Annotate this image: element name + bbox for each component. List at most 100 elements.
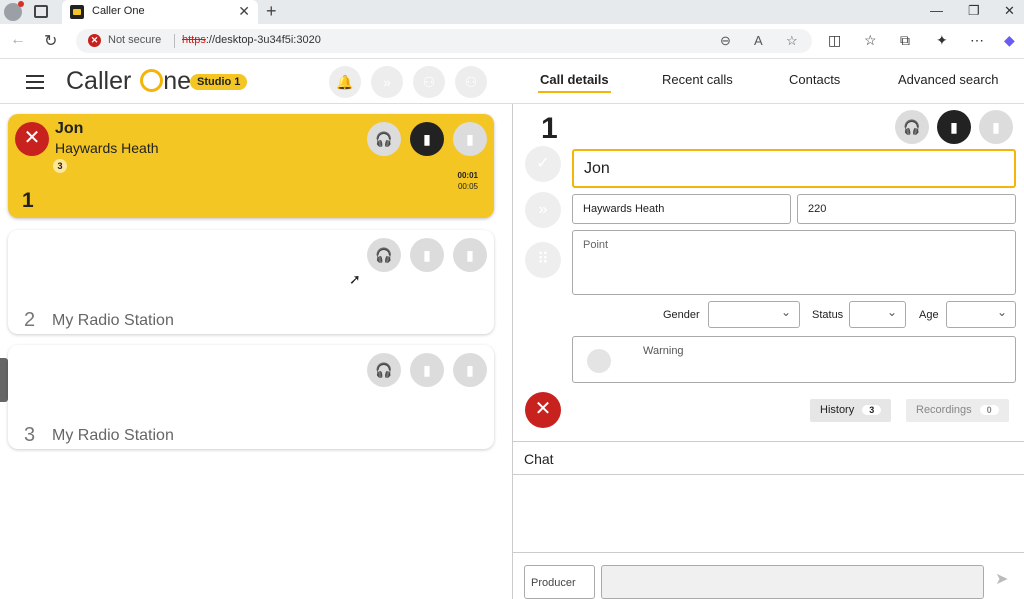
tab-advanced-search[interactable]: Advanced search [898, 72, 998, 87]
call-timers: 00:01 00:05 [458, 170, 478, 192]
history-button[interactable]: History 3 [810, 399, 892, 422]
collections-icon[interactable]: ⧉ [900, 32, 910, 49]
warning-toggle[interactable] [587, 349, 611, 373]
line-2-icon[interactable]: ▮ [979, 110, 1013, 144]
chat-input[interactable] [601, 565, 984, 599]
gender-select[interactable] [708, 301, 800, 328]
url-scheme: https [182, 34, 206, 46]
producer-button[interactable]: Producer [524, 565, 595, 599]
group-1-icon[interactable]: ⚇ [413, 66, 445, 98]
code-field[interactable]: 220 [797, 194, 1016, 224]
call-card-3[interactable]: 🎧 ▮ ▮ 3 My Radio Station [8, 345, 494, 449]
menu-icon[interactable] [26, 75, 44, 89]
caller-name-field[interactable]: Jon [572, 149, 1016, 188]
not-secure-icon: ✕ [88, 34, 101, 47]
extensions-icon[interactable]: ✦ [936, 32, 948, 49]
recordings-button[interactable]: Recordings 0 [906, 399, 1009, 422]
line-number: 1 [22, 189, 34, 212]
point-textarea[interactable]: Point [572, 230, 1016, 295]
favorites-icon[interactable]: ☆ [864, 32, 877, 49]
url-text: https://desktop-3u34f5i:3020 [182, 34, 321, 46]
tab-actions-icon[interactable] [34, 5, 48, 18]
line-1-icon[interactable]: ▮ [410, 238, 444, 272]
mouse-cursor-icon: ➚ [349, 271, 361, 287]
reject-call-icon[interactable]: ✕ [525, 392, 561, 428]
close-window-icon[interactable]: ✕ [1004, 3, 1015, 19]
detail-line-number: 1 [541, 112, 558, 145]
station-name: My Radio Station [52, 312, 174, 329]
address-bar-row: ← ↻ ✕ Not secure https://desktop-3u34f5i… [0, 24, 1024, 59]
gender-label: Gender [663, 309, 700, 321]
history-label: History [820, 404, 855, 416]
timer-total: 00:05 [457, 182, 478, 191]
side-drawer-handle[interactable] [0, 358, 8, 402]
headphones-icon[interactable]: 🎧 [367, 122, 401, 156]
favorite-star-icon[interactable]: ☆ [786, 33, 798, 49]
zoom-icon[interactable]: ⊖ [720, 33, 731, 49]
read-aloud-icon[interactable]: A [754, 33, 763, 48]
line-1-icon[interactable]: ▮ [410, 353, 444, 387]
tab-recent-calls[interactable]: Recent calls [662, 72, 733, 87]
logo-suffix: ne [163, 67, 192, 95]
browser-tab[interactable]: Caller One ✕ [62, 0, 258, 24]
minimize-icon[interactable]: — [930, 3, 943, 18]
caller-one-favicon-icon [70, 5, 84, 19]
line-1-icon[interactable]: ▮ [410, 122, 444, 156]
call-card-1[interactable]: ✕ Jon Haywards Heath 3 1 🎧 ▮ ▮ 00:01 00:… [8, 114, 494, 218]
close-tab-icon[interactable]: ✕ [238, 3, 250, 20]
notifications-bell-icon[interactable]: 🔔 [329, 66, 361, 98]
call-card-2[interactable]: 🎧 ▮ ▮ 2 My Radio Station [8, 230, 494, 334]
chat-footer: Producer ➤ [513, 552, 1024, 599]
age-label: Age [919, 309, 939, 321]
headphones-icon[interactable]: 🎧 [367, 238, 401, 272]
warning-box[interactable]: Warning [572, 336, 1016, 383]
tab-title: Caller One [92, 5, 145, 17]
recordings-count: 0 [979, 405, 999, 415]
new-tab-icon[interactable]: + [266, 1, 277, 22]
approve-check-icon[interactable]: ✓ [525, 146, 561, 182]
url-field[interactable]: ✕ Not secure https://desktop-3u34f5i:302… [76, 29, 812, 53]
location-field[interactable]: Haywards Heath [572, 194, 791, 224]
split-screen-icon[interactable]: ◫ [828, 32, 841, 49]
line-number: 3 [24, 424, 36, 446]
studio-badge: Studio 1 [190, 74, 248, 90]
line-2-icon[interactable]: ▮ [453, 353, 487, 387]
age-select[interactable] [946, 301, 1016, 328]
call-count-badge: 3 [53, 159, 67, 173]
line-number: 2 [24, 309, 36, 331]
security-label: Not secure [108, 34, 162, 46]
back-icon[interactable]: ← [10, 31, 26, 49]
group-2-icon[interactable]: ⚇ [455, 66, 487, 98]
line-2-icon[interactable]: ▮ [453, 122, 487, 156]
logo-o-mark [140, 69, 164, 92]
headphones-icon[interactable]: 🎧 [895, 110, 929, 144]
restore-icon[interactable]: ❐ [968, 3, 980, 19]
tab-call-details[interactable]: Call details [538, 72, 611, 93]
status-label: Status [812, 309, 844, 321]
forward-icon[interactable]: » [525, 192, 561, 228]
headphones-icon[interactable]: 🎧 [367, 353, 401, 387]
profile-icon[interactable] [4, 1, 24, 21]
status-select[interactable] [849, 301, 906, 328]
send-icon[interactable]: ➤ [995, 569, 1008, 589]
history-count: 3 [862, 405, 882, 415]
line-2-icon[interactable]: ▮ [453, 238, 487, 272]
caller-location: Haywards Heath [55, 140, 159, 156]
call-list: ✕ Jon Haywards Heath 3 1 🎧 ▮ ▮ 00:01 00:… [0, 104, 512, 599]
warning-placeholder: Warning [643, 345, 684, 357]
logo-text: Caller [66, 67, 132, 95]
reload-icon[interactable]: ↻ [44, 31, 57, 51]
more-icon[interactable]: ⋯ [970, 32, 984, 49]
forward-calls-icon[interactable]: » [371, 66, 403, 98]
line-1-icon[interactable]: ▮ [937, 110, 971, 144]
tab-contacts[interactable]: Contacts [789, 72, 840, 87]
dialpad-icon[interactable]: ⠿ [525, 242, 561, 278]
browser-tab-bar: Caller One ✕ + — ❐ ✕ [0, 0, 1024, 24]
end-call-icon[interactable]: ✕ [15, 122, 49, 156]
timer-current: 00:01 [457, 171, 478, 180]
copilot-icon[interactable]: ◆ [1004, 32, 1015, 49]
url-host: ://desktop-3u34f5i:3020 [205, 34, 321, 46]
app-header: Caller ne Studio 1 🔔 » ⚇ ⚇ Call details … [0, 59, 1024, 104]
call-detail-panel: 1 🎧 ▮ ▮ ✓ » ⠿ Jon Haywards Heath 220 Poi… [512, 104, 1024, 599]
divider [174, 34, 175, 48]
